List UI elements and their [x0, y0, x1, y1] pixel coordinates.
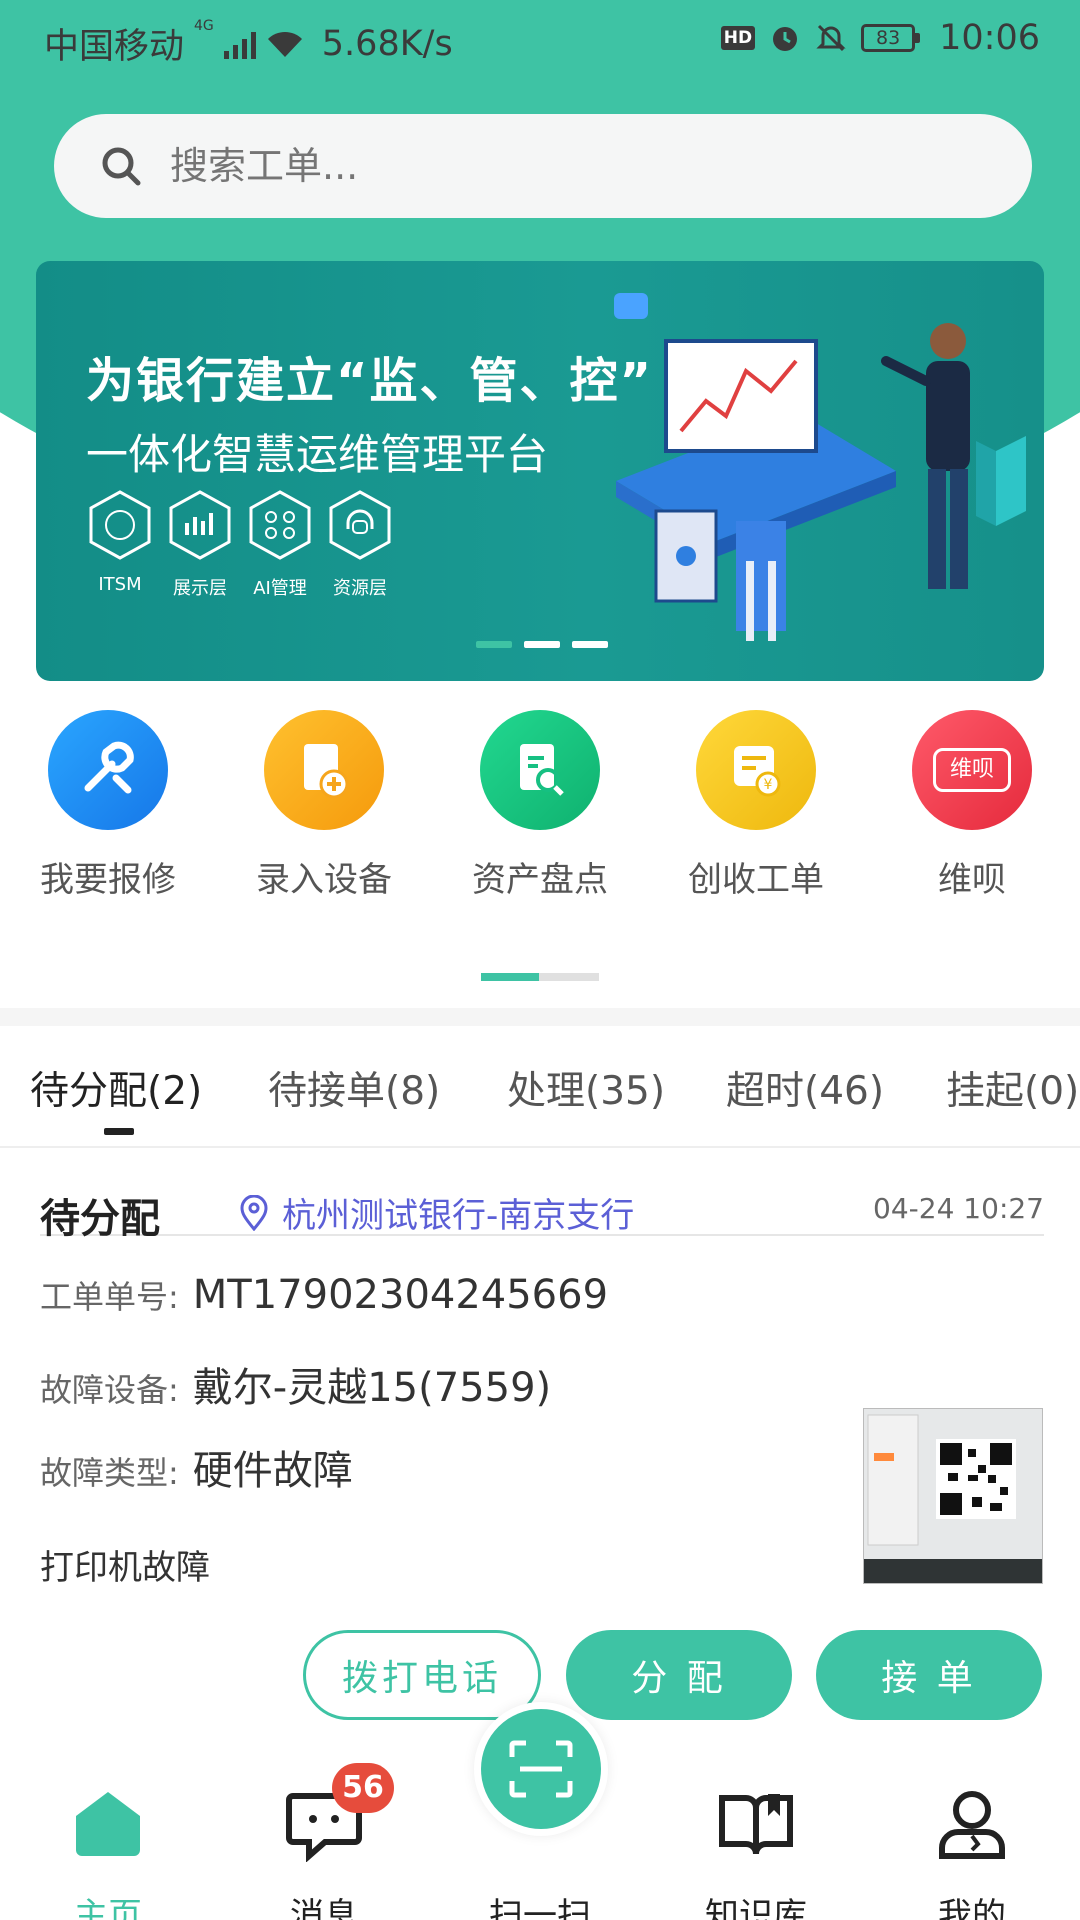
location-pin-icon	[240, 1194, 268, 1231]
network-speed: 5.68K/s	[321, 23, 453, 64]
banner-pager	[476, 641, 608, 648]
network-type: 4G	[194, 18, 214, 34]
hd-icon: HD	[720, 26, 756, 50]
tab-processing[interactable]: 处理(35)	[507, 1060, 665, 1116]
banner-subtitle: 一体化智慧运维管理平台	[86, 430, 549, 479]
banner-illustration	[614, 293, 1026, 641]
nav-knowledge[interactable]: 知识库	[666, 1770, 846, 1920]
clock: 10:06	[939, 18, 1040, 58]
order-id-label: 工单单号:	[40, 1278, 179, 1316]
quick-action-label: 我要报修	[40, 860, 176, 900]
search-bar[interactable]	[54, 114, 1032, 218]
order-status-title: 待分配	[40, 1196, 160, 1242]
quick-action-repair[interactable]: 我要报修	[0, 706, 216, 901]
quick-action-add-device[interactable]: 录入设备	[216, 706, 432, 901]
headset-hex-icon	[329, 490, 391, 560]
assign-button[interactable]: 分 配	[566, 1630, 792, 1720]
fault-type-row: 故障类型: 硬件故障	[40, 1438, 353, 1496]
fault-device-value: 戴尔-灵越15(7559)	[192, 1365, 552, 1411]
banner-dot-active[interactable]	[476, 641, 512, 648]
order-time: 04-24 10:27	[873, 1192, 1044, 1225]
repair-icon	[48, 710, 168, 830]
wifi-icon	[267, 31, 302, 57]
svg-text:¥: ¥	[764, 777, 773, 793]
nav-home-label: 主页	[74, 1896, 142, 1920]
quick-actions: 我要报修 录入设备 资产盘点 ¥ 创收工单 维呗 维呗	[0, 706, 1080, 901]
banner-dot[interactable]	[572, 641, 608, 648]
ai-hex-icon	[249, 490, 311, 560]
scan-button[interactable]	[474, 1702, 608, 1836]
tab-pending-accept[interactable]: 待接单(8)	[268, 1060, 440, 1116]
alarm-icon	[773, 27, 798, 51]
book-icon	[719, 1794, 793, 1855]
fault-description: 打印机故障	[40, 1548, 210, 1588]
banner-feature-itsm: ITSM	[86, 489, 154, 600]
bar-chart-hex-icon	[169, 490, 231, 560]
fault-device-row: 故障设备: 戴尔-灵越15(7559)	[40, 1355, 551, 1413]
banner-feature-resource: 资源层	[326, 489, 394, 600]
promo-banner[interactable]: 为银行建立“监、管、控” 一体化智慧运维管理平台 ITSM 展示层 AI管理 资…	[36, 261, 1044, 681]
quick-action-label: 维呗	[938, 860, 1006, 900]
search-icon	[102, 147, 141, 186]
network-hex-icon	[89, 490, 151, 560]
scan-icon	[481, 1709, 601, 1829]
quick-action-label: 录入设备	[256, 860, 392, 900]
quick-action-label: 创收工单	[688, 860, 824, 900]
nav-mine[interactable]: 我的	[882, 1770, 1062, 1920]
call-button[interactable]: 拨打电话	[303, 1630, 541, 1720]
revenue-order-icon: ¥	[696, 710, 816, 830]
fault-type-label: 故障类型:	[40, 1454, 179, 1492]
section-divider	[0, 1008, 1080, 1026]
banner-feature-ai: AI管理	[246, 489, 314, 600]
quick-actions-scroll-indicator	[481, 973, 599, 981]
order-card-header[interactable]: 待分配 杭州测试银行-南京支行 04-24 10:27	[40, 1174, 1044, 1242]
fault-type-value: 硬件故障	[192, 1448, 353, 1494]
quick-action-asset-check[interactable]: 资产盘点	[432, 706, 648, 901]
accept-button[interactable]: 接 单	[816, 1630, 1042, 1720]
quick-action-label: 资产盘点	[472, 860, 608, 900]
status-bar: 中国移动 4G 5.68K/s HD 83 10:06	[0, 0, 1080, 78]
carrier-name: 中国移动	[44, 27, 185, 67]
weibei-logo-text: 维呗	[933, 748, 1011, 792]
banner-title: 为银行建立“监、管、控”	[86, 353, 654, 409]
tab-active-indicator	[104, 1128, 134, 1135]
fault-device-label: 故障设备:	[40, 1371, 179, 1409]
nav-home[interactable]: 主页	[18, 1770, 198, 1920]
nav-mine-label: 我的	[938, 1896, 1006, 1920]
quick-action-weibei[interactable]: 维呗 维呗	[864, 706, 1080, 901]
message-count-badge: 56	[332, 1763, 394, 1813]
banner-dot[interactable]	[524, 641, 560, 648]
user-icon	[939, 1791, 1005, 1859]
nav-scan-label: 扫一扫	[489, 1896, 591, 1920]
banner-feature-display: 展示层	[166, 489, 234, 600]
location-text: 杭州测试银行-南京支行	[282, 1196, 635, 1236]
signal-icon	[223, 29, 256, 59]
order-id-row: 工单单号: MT17902304245669	[40, 1272, 608, 1318]
fault-photo-thumbnail[interactable]	[863, 1408, 1043, 1584]
quick-action-revenue-order[interactable]: ¥ 创收工单	[648, 706, 864, 901]
nav-knowledge-label: 知识库	[705, 1896, 807, 1920]
mute-bell-icon	[816, 24, 846, 52]
battery-icon: 83	[861, 24, 921, 52]
home-icon	[76, 1792, 140, 1856]
asset-check-icon	[480, 710, 600, 830]
banner-feature-list: ITSM 展示层 AI管理 资源层	[86, 489, 394, 600]
app-screen: 中国移动 4G 5.68K/s HD 83 10:06 为银行建立“监、管、控”…	[0, 0, 1080, 1920]
order-id-value: MT17902304245669	[192, 1272, 609, 1318]
nav-messages-label: 消息	[290, 1896, 358, 1920]
qr-photo-image	[864, 1409, 1042, 1583]
tab-suspended[interactable]: 挂起(0)	[946, 1060, 1079, 1116]
add-device-icon	[264, 710, 384, 830]
tab-pending-assign[interactable]: 待分配(2)	[30, 1060, 202, 1116]
order-location[interactable]: 杭州测试银行-南京支行	[238, 1188, 634, 1237]
tab-overdue[interactable]: 超时(46)	[726, 1060, 884, 1116]
order-status-tabs: 待分配(2) 待接单(8) 处理(35) 超时(46) 挂起(0)	[0, 1050, 1080, 1148]
search-input[interactable]	[170, 144, 870, 188]
weibei-logo-icon: 维呗	[912, 710, 1032, 830]
